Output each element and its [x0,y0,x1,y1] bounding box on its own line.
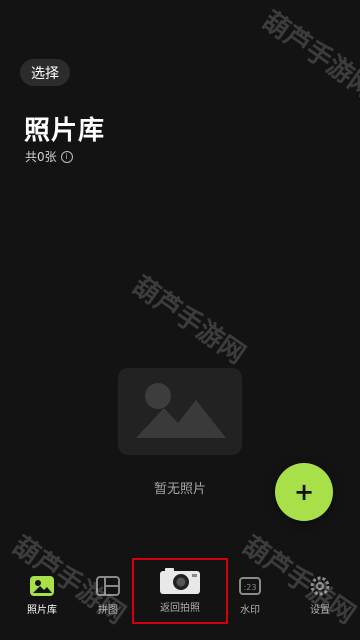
add-photo-button[interactable]: + [275,463,333,521]
photo-count-row: 共0张 i [25,148,73,165]
tab-label: 水印 [240,605,260,616]
watermark-icon: :23 [239,577,261,595]
tab-label: 返回拍照 [160,603,200,614]
tab-back-to-camera[interactable]: 返回拍照 [132,558,228,624]
photo-count: 共0张 [25,150,57,164]
empty-state-card [118,368,242,455]
image-placeholder-icon [136,383,226,438]
tab-label: 照片库 [27,605,57,616]
page-title: 照片库 [24,116,106,146]
tab-label: 拼图 [98,605,118,616]
overlay-watermark: 葫芦手游网 [256,5,360,106]
overlay-watermark: 葫芦手游网 [126,270,251,371]
gear-icon [310,576,330,596]
camera-icon [160,568,200,594]
photo-library-icon [30,576,54,596]
tab-puzzle[interactable]: 拼图 [86,566,130,626]
info-icon[interactable]: i [60,150,73,163]
tab-label: 设置 [310,605,330,616]
tab-watermark[interactable]: :23 水印 [228,566,272,626]
photo-library-screen: 选择 照片库 共0张 i 暂无照片 + 照片库 拼图 返回拍照:23 水印 设… [0,0,360,640]
svg-text::23: :23 [244,583,257,592]
puzzle-icon [96,576,120,596]
tab-photo-library[interactable]: 照片库 [20,566,64,626]
plus-icon: + [293,478,315,506]
bottom-tab-bar: 照片库 拼图 返回拍照 :23 水印 设置 [0,558,360,640]
select-button[interactable]: 选择 [20,59,70,86]
tab-settings[interactable]: 设置 [298,566,342,626]
